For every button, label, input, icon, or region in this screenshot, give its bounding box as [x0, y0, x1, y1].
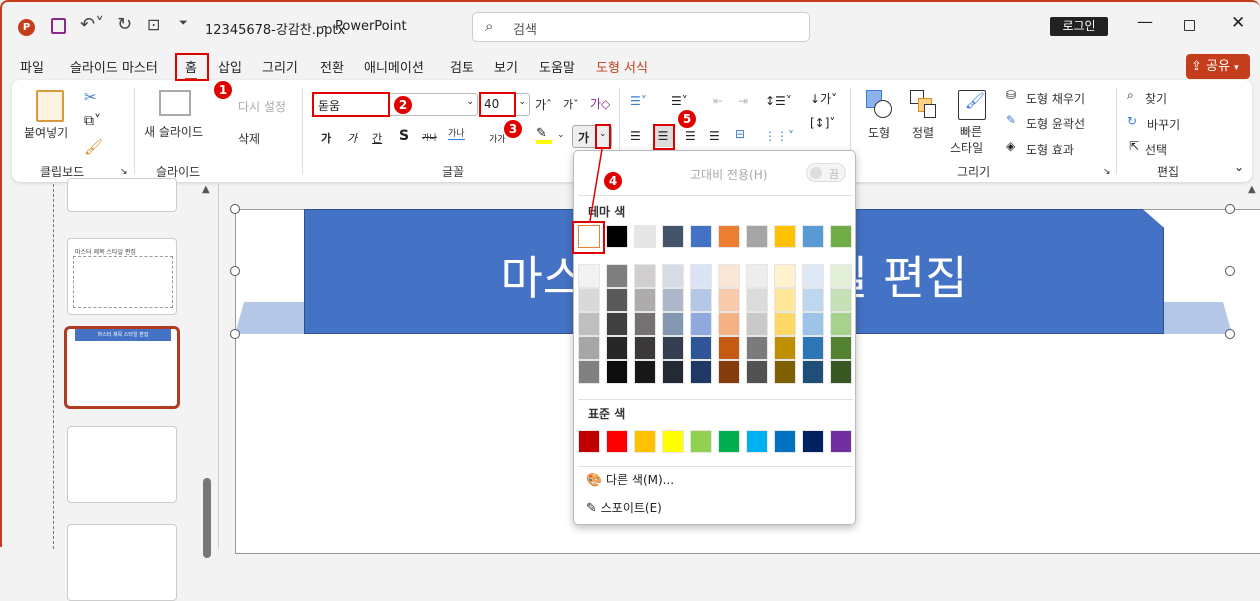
annotation-marker-5: 5	[678, 110, 696, 128]
annotation-line	[589, 148, 603, 222]
annotation-marker-1: 1	[214, 81, 232, 99]
annotation-marker-4: 4	[604, 172, 622, 190]
annotation-marker-2: 2	[394, 96, 412, 114]
annotation-marker-3: 3	[504, 120, 522, 138]
